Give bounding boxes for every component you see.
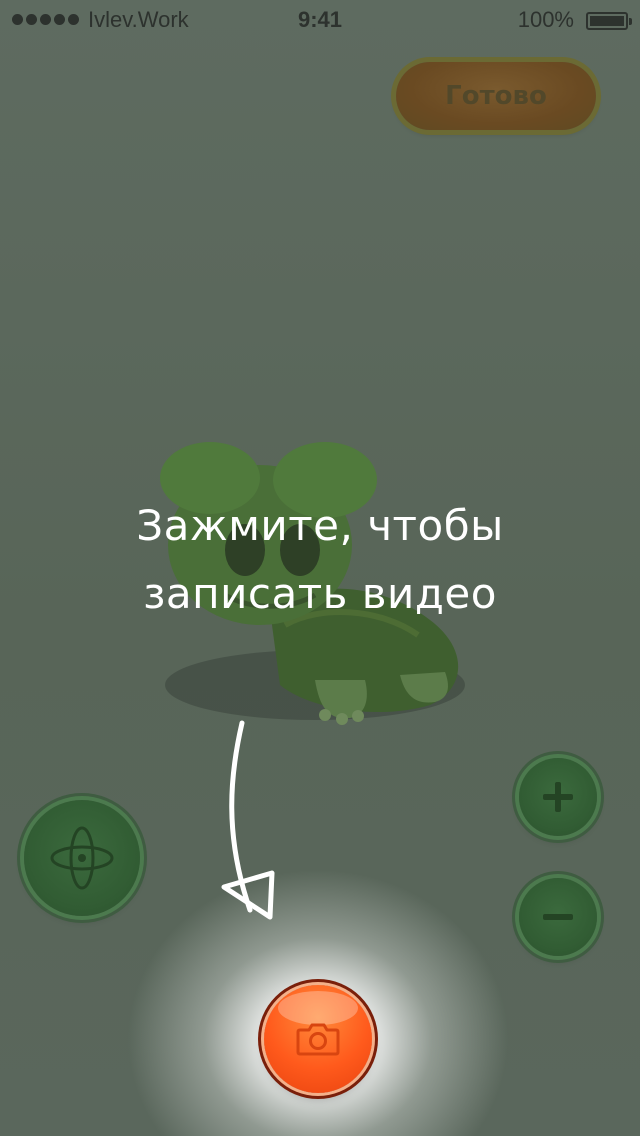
zoom-in-button[interactable] (519, 758, 597, 836)
ar-camera-view: Ivlev.Work 9:41 100% Готово Зажмите, что… (0, 0, 640, 1136)
rotate-3d-icon (50, 826, 114, 890)
zoom-out-button[interactable] (519, 878, 597, 956)
camera-icon (296, 1023, 340, 1056)
battery-level (590, 16, 624, 26)
battery-percent: 100% (517, 7, 574, 32)
battery-icon (586, 12, 632, 30)
plus-icon (543, 782, 573, 812)
record-video-button[interactable] (264, 985, 372, 1093)
minus-icon (543, 914, 573, 920)
rotate-button[interactable] (24, 800, 140, 916)
record-hint-text: Зажмите, чтобы записать видео (136, 501, 504, 618)
status-bar: Ivlev.Work 9:41 100% (0, 0, 640, 40)
arrow-down-icon (221, 720, 275, 920)
done-button[interactable]: Готово (396, 62, 596, 130)
